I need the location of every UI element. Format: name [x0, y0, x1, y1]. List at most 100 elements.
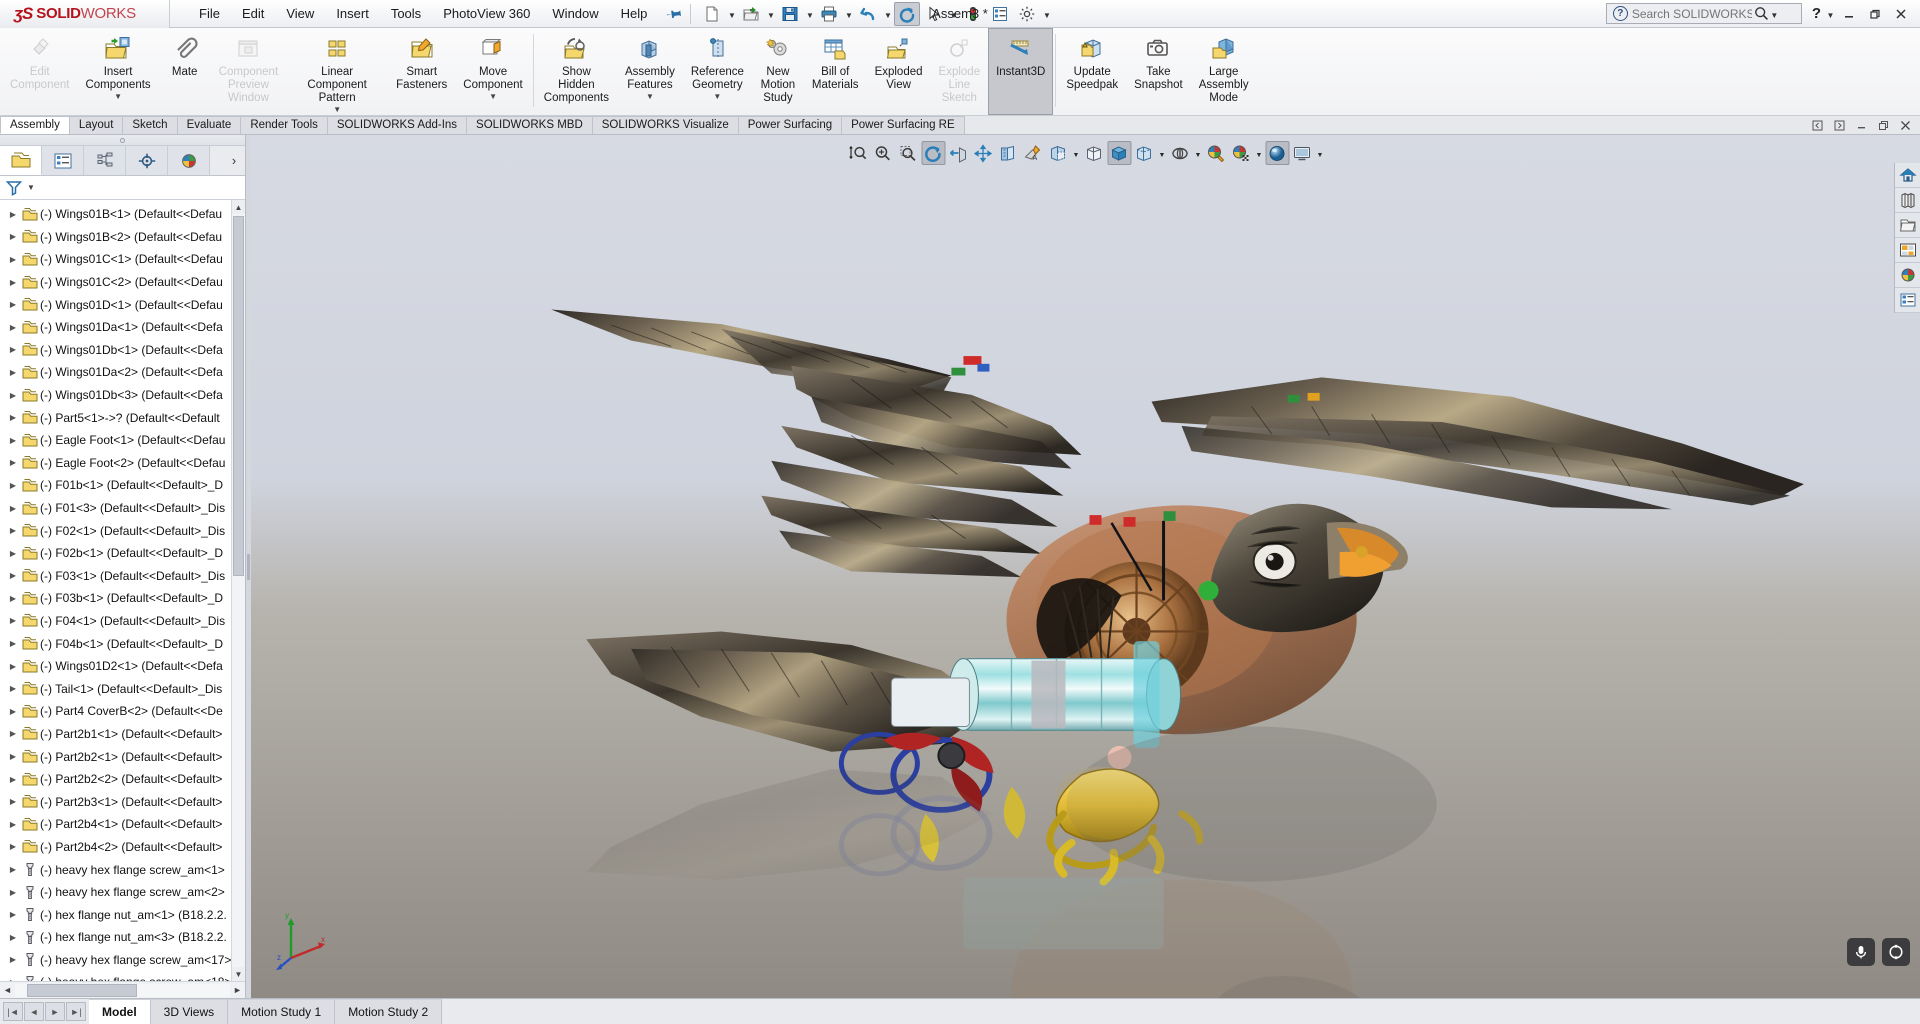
tree-item[interactable]: ▶(-) heavy hex flange screw_am<18>	[0, 971, 245, 981]
solidworks-resources-tab[interactable]	[1895, 163, 1920, 188]
tree-item[interactable]: ▶(-) Wings01Da<2> (Default<<Defa	[0, 361, 245, 384]
tree-item[interactable]: ▶(-) Wings01Db<3> (Default<<Defa	[0, 384, 245, 407]
appearances-scenes-tab[interactable]	[1895, 263, 1920, 288]
options-button[interactable]	[1014, 2, 1040, 26]
expand-chevron-right-icon[interactable]: ▶	[6, 549, 20, 558]
tab-motion-study-2[interactable]: Motion Study 2	[335, 999, 442, 1024]
open-document-caret-icon[interactable]: ▼	[765, 2, 776, 26]
display-style-caret-icon[interactable]: ▼	[1071, 141, 1081, 165]
expand-tabs-chevron-right-icon[interactable]: ›	[223, 146, 245, 175]
expand-chevron-right-icon[interactable]: ▶	[6, 933, 20, 942]
tree-item[interactable]: ▶(-) heavy hex flange screw_am<17>	[0, 949, 245, 972]
microphone-button[interactable]	[1847, 938, 1875, 966]
expand-chevron-right-icon[interactable]: ▶	[6, 300, 20, 309]
expand-chevron-right-icon[interactable]: ▶	[6, 616, 20, 625]
feature-tree-list[interactable]: ▶(-) Wings01B<1> (Default<<Defau▶(-) Win…	[0, 200, 245, 981]
tree-item[interactable]: ▶(-) F04<1> (Default<<Default>_Dis	[0, 610, 245, 633]
scroll-left-arrow-icon[interactable]: ◄	[0, 985, 15, 995]
select-caret-icon[interactable]: ▼	[948, 2, 959, 26]
minimize-window-button[interactable]	[1836, 2, 1862, 26]
h-scroll-thumb[interactable]	[27, 984, 137, 997]
edit-appearance-button[interactable]	[1204, 141, 1228, 165]
realview-graphics-button[interactable]	[1265, 141, 1289, 165]
tree-horizontal-scrollbar[interactable]: ◄ ►	[0, 981, 245, 998]
tab-solidworks-mbd[interactable]: SOLIDWORKS MBD	[466, 116, 593, 134]
menu-tools[interactable]: Tools	[380, 2, 432, 25]
feature-manager-design-tree-tab[interactable]	[0, 146, 42, 175]
tab-power-surfacing[interactable]: Power Surfacing	[738, 116, 842, 134]
expand-chevron-right-icon[interactable]: ▶	[6, 775, 20, 784]
component-preview-window-button[interactable]: ComponentPreviewWindow	[211, 28, 286, 115]
bill-of-materials-button[interactable]: Bill ofMaterials	[804, 28, 867, 115]
tree-item[interactable]: ▶(-) Part4 CoverB<2> (Default<<De	[0, 700, 245, 723]
new-document-button[interactable]	[699, 2, 725, 26]
expand-chevron-right-icon[interactable]: ▶	[6, 865, 20, 874]
select-button[interactable]	[921, 2, 947, 26]
display-pane-button[interactable]	[1290, 141, 1314, 165]
previous-view-button[interactable]	[896, 141, 920, 165]
tree-item[interactable]: ▶(-) Tail<1> (Default<<Default>_Dis	[0, 677, 245, 700]
tree-item[interactable]: ▶(-) Wings01B<2> (Default<<Defau	[0, 226, 245, 249]
print-caret-icon[interactable]: ▼	[843, 2, 854, 26]
view-palette-tab[interactable]	[1895, 238, 1920, 263]
collapse-right-button[interactable]	[1829, 116, 1849, 134]
expand-chevron-right-icon[interactable]: ▶	[6, 278, 20, 287]
tree-item[interactable]: ▶(-) Eagle Foot<1> (Default<<Defau	[0, 429, 245, 452]
assembly-features-button[interactable]: AssemblyFeatures ▼	[617, 28, 683, 115]
tree-item[interactable]: ▶(-) F01b<1> (Default<<Default>_D	[0, 474, 245, 497]
tab-motion-study-1[interactable]: Motion Study 1	[228, 999, 335, 1024]
previous-tab-button[interactable]: ◄	[24, 1002, 44, 1021]
help-button[interactable]: ?	[1812, 5, 1821, 22]
undo-button[interactable]	[855, 2, 881, 26]
reference-geometry-button[interactable]: ReferenceGeometry ▼	[683, 28, 752, 115]
view-settings-button[interactable]	[1229, 141, 1253, 165]
tree-item[interactable]: ▶(-) heavy hex flange screw_am<1>	[0, 858, 245, 881]
tab-power-surfacing-re[interactable]: Power Surfacing RE	[841, 116, 965, 134]
h-scroll-track[interactable]	[15, 984, 230, 997]
expand-chevron-right-icon[interactable]: ▶	[6, 413, 20, 422]
save-button[interactable]	[777, 2, 803, 26]
redo-button[interactable]	[894, 2, 920, 26]
expand-chevron-right-icon[interactable]: ▶	[6, 210, 20, 219]
property-manager-tab[interactable]	[42, 146, 84, 175]
next-tab-button[interactable]: ►	[45, 1002, 65, 1021]
undo-caret-icon[interactable]: ▼	[882, 2, 893, 26]
file-properties-button[interactable]	[987, 2, 1013, 26]
tree-item[interactable]: ▶(-) Wings01C<1> (Default<<Defau	[0, 248, 245, 271]
tree-item[interactable]: ▶(-) F04b<1> (Default<<Default>_D	[0, 632, 245, 655]
save-caret-icon[interactable]: ▼	[804, 2, 815, 26]
expand-chevron-right-icon[interactable]: ▶	[6, 504, 20, 513]
panel-grip[interactable]	[0, 135, 245, 146]
solidworks-logo[interactable]: ʒS SOLIDWORKS	[0, 0, 170, 28]
restore-window-button[interactable]	[1862, 2, 1888, 26]
large-assembly-mode-button[interactable]: LargeAssemblyMode	[1191, 28, 1257, 115]
menu-help[interactable]: Help	[610, 2, 659, 25]
shaded-button[interactable]	[1082, 141, 1106, 165]
expand-chevron-right-icon[interactable]: ▶	[6, 707, 20, 716]
tree-item[interactable]: ▶(-) F03<1> (Default<<Default>_Dis	[0, 565, 245, 588]
tab-sketch[interactable]: Sketch	[122, 116, 177, 134]
expand-chevron-right-icon[interactable]: ▶	[6, 910, 20, 919]
rebuild-button[interactable]	[960, 2, 986, 26]
close-document-button[interactable]	[1895, 116, 1915, 134]
first-tab-button[interactable]: |◄	[3, 1002, 23, 1021]
scroll-up-arrow-icon[interactable]: ▲	[232, 200, 245, 214]
expand-chevron-right-icon[interactable]: ▶	[6, 888, 20, 897]
expand-chevron-right-icon[interactable]: ▶	[6, 571, 20, 580]
design-library-tab[interactable]	[1895, 188, 1920, 213]
expand-chevron-right-icon[interactable]: ▶	[6, 436, 20, 445]
help-caret-icon[interactable]: ▼	[1825, 2, 1836, 26]
scroll-down-arrow-icon[interactable]: ▼	[232, 967, 245, 981]
menu-file[interactable]: File	[188, 2, 231, 25]
display-style-button[interactable]	[1046, 141, 1070, 165]
insert-components-caret-icon[interactable]: ▼	[114, 93, 122, 101]
edit-component-button[interactable]: EditComponent	[2, 28, 77, 115]
hide-show-items-button[interactable]: A	[1021, 141, 1045, 165]
tab-solidworks-visualize[interactable]: SOLIDWORKS Visualize	[592, 116, 739, 134]
linear-component-pattern-caret-icon[interactable]: ▼	[333, 106, 341, 114]
tree-item[interactable]: ▶(-) heavy hex flange screw_am<2>	[0, 881, 245, 904]
tab-model[interactable]: Model	[89, 999, 151, 1024]
expand-chevron-right-icon[interactable]: ▶	[6, 752, 20, 761]
tab-evaluate[interactable]: Evaluate	[177, 116, 242, 134]
tree-item[interactable]: ▶(-) Wings01Db<1> (Default<<Defa	[0, 339, 245, 362]
